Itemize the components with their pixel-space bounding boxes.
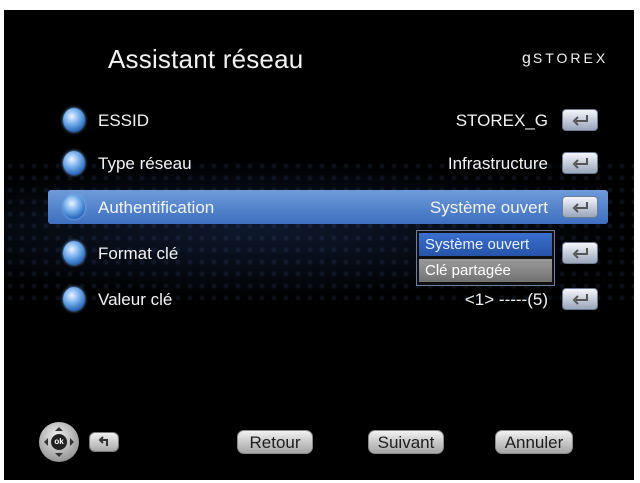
right-arrow-icon <box>70 438 78 446</box>
enter-icon[interactable] <box>562 288 598 310</box>
setting-row-type-reseau[interactable]: Type réseau Infrastructure <box>48 146 608 180</box>
globe-orb-icon <box>63 287 85 311</box>
retour-button[interactable]: Retour <box>237 430 313 454</box>
setting-label: ESSID <box>98 111 150 130</box>
setting-label: Valeur clé <box>98 290 173 309</box>
enter-icon[interactable] <box>562 109 598 131</box>
storex-swirl-icon: ɡ <box>522 50 531 67</box>
dropdown-option-cle-partagee[interactable]: Clé partagée <box>419 259 552 282</box>
enter-icon[interactable] <box>562 196 598 218</box>
ok-label: ok <box>51 434 67 450</box>
setting-label: Format clé <box>98 244 179 263</box>
globe-orb-icon <box>63 241 85 265</box>
globe-orb-icon <box>63 195 85 219</box>
setting-value: STOREX_G <box>455 111 548 130</box>
setting-label: Type réseau <box>98 154 192 173</box>
brand-logo: ɡ STOREX <box>522 50 609 67</box>
globe-orb-icon <box>63 151 85 175</box>
dpad-ok-icon[interactable]: ok <box>39 422 79 462</box>
enter-icon[interactable] <box>562 152 598 174</box>
suivant-button[interactable]: Suivant <box>368 430 444 454</box>
dropdown-option-systeme-ouvert[interactable]: Système ouvert <box>419 233 552 256</box>
down-arrow-icon <box>55 453 63 461</box>
up-arrow-icon <box>55 423 63 431</box>
setting-value: Infrastructure <box>447 154 548 173</box>
left-arrow-icon <box>40 438 48 446</box>
tv-screen: Assistant réseau ɡ STOREX ESSID STOREX_G … <box>4 10 634 480</box>
setting-row-authentification[interactable]: Authentification Système ouvert <box>48 190 608 224</box>
enter-icon[interactable] <box>562 242 598 264</box>
setting-value: Système ouvert <box>429 198 548 217</box>
back-arrow-icon[interactable] <box>89 432 119 452</box>
page-title: Assistant réseau <box>108 44 304 74</box>
setting-value: <1> -----(5) <box>464 290 548 309</box>
setting-label: Authentification <box>98 198 215 217</box>
setting-row-valeur-cle[interactable]: Valeur clé <1> -----(5) <box>48 282 608 316</box>
globe-orb-icon <box>63 108 85 132</box>
authentification-dropdown[interactable]: Système ouvert Clé partagée <box>416 230 555 286</box>
setting-row-essid[interactable]: ESSID STOREX_G <box>48 103 608 137</box>
annuler-button[interactable]: Annuler <box>495 430 573 454</box>
